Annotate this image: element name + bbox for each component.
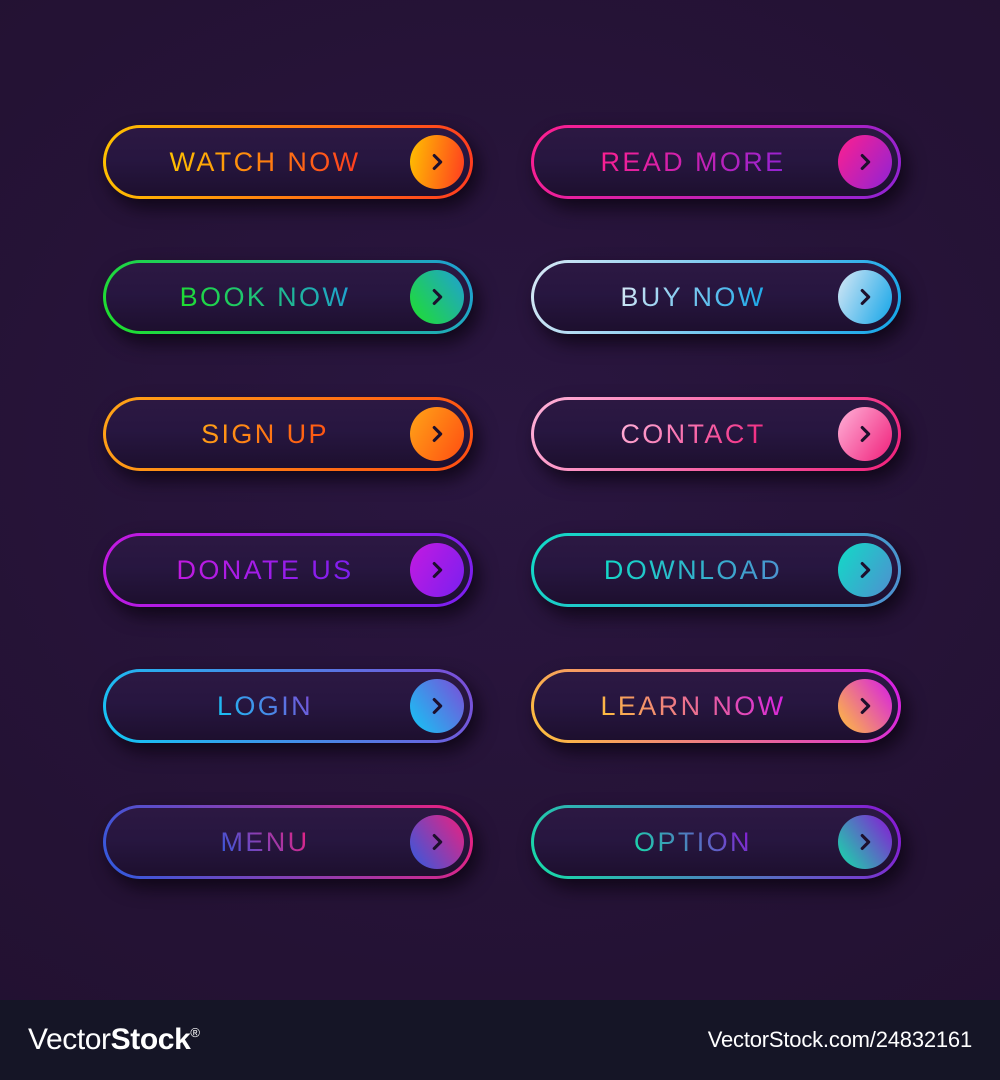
button-option[interactable]: OPTION — [531, 805, 901, 879]
chevron-right-icon[interactable] — [838, 679, 892, 733]
button-sign-up[interactable]: SIGN UP — [103, 397, 473, 471]
button-buy-now[interactable]: BUY NOW — [531, 260, 901, 334]
logo-text-bold: Stock — [110, 1023, 191, 1056]
button-body: OPTION — [534, 808, 898, 876]
chevron-right-icon[interactable] — [410, 135, 464, 189]
button-label: BOOK NOW — [179, 281, 351, 312]
logo-text-light: Vector — [28, 1023, 111, 1056]
button-read-more[interactable]: READ MORE — [531, 125, 901, 199]
button-label: DOWNLOAD — [603, 554, 783, 585]
button-body: READ MORE — [534, 128, 898, 196]
button-body: BOOK NOW — [106, 263, 470, 331]
button-label: OPTION — [634, 826, 752, 857]
button-label: MENU — [220, 826, 310, 857]
button-label: WATCH NOW — [169, 146, 361, 177]
chevron-right-icon[interactable] — [410, 270, 464, 324]
chevron-right-icon[interactable] — [838, 135, 892, 189]
button-download[interactable]: DOWNLOAD — [531, 533, 901, 607]
chevron-right-icon[interactable] — [410, 407, 464, 461]
button-learn-now[interactable]: LEARN NOW — [531, 669, 901, 743]
button-body: LEARN NOW — [534, 672, 898, 740]
button-label: CONTACT — [620, 418, 766, 449]
button-label: LEARN NOW — [600, 690, 786, 721]
artboard: WATCH NOW READ MORE BOOK NOW BUY NOW SIGN UP… — [0, 0, 1000, 1000]
chevron-right-icon[interactable] — [838, 407, 892, 461]
button-donate-us[interactable]: DONATE US — [103, 533, 473, 607]
registered-mark-icon: ® — [190, 1025, 200, 1040]
button-label: SIGN UP — [201, 418, 329, 449]
button-label: DONATE US — [176, 554, 354, 585]
button-watch-now[interactable]: WATCH NOW — [103, 125, 473, 199]
watermark-footer: Vector Stock ® VectorStock.com/24832161 — [0, 1000, 1000, 1080]
button-body: WATCH NOW — [106, 128, 470, 196]
button-book-now[interactable]: BOOK NOW — [103, 260, 473, 334]
button-label: LOGIN — [216, 690, 314, 721]
button-body: DOWNLOAD — [534, 536, 898, 604]
button-label: READ MORE — [600, 146, 786, 177]
button-grid: WATCH NOW READ MORE BOOK NOW BUY NOW SIGN UP… — [0, 0, 1000, 1000]
button-body: CONTACT — [534, 400, 898, 468]
button-label: BUY NOW — [620, 281, 766, 312]
button-menu[interactable]: MENU — [103, 805, 473, 879]
chevron-right-icon[interactable] — [838, 270, 892, 324]
button-body: MENU — [106, 808, 470, 876]
chevron-right-icon[interactable] — [410, 815, 464, 869]
chevron-right-icon[interactable] — [838, 543, 892, 597]
button-body: SIGN UP — [106, 400, 470, 468]
button-body: DONATE US — [106, 536, 470, 604]
chevron-right-icon[interactable] — [410, 543, 464, 597]
chevron-right-icon[interactable] — [410, 679, 464, 733]
button-body: BUY NOW — [534, 263, 898, 331]
vectorstock-url: VectorStock.com/24832161 — [707, 1027, 972, 1052]
chevron-right-icon[interactable] — [838, 815, 892, 869]
button-contact[interactable]: CONTACT — [531, 397, 901, 471]
button-login[interactable]: LOGIN — [103, 669, 473, 743]
button-body: LOGIN — [106, 672, 470, 740]
vectorstock-logo: Vector Stock ® — [28, 1025, 200, 1055]
